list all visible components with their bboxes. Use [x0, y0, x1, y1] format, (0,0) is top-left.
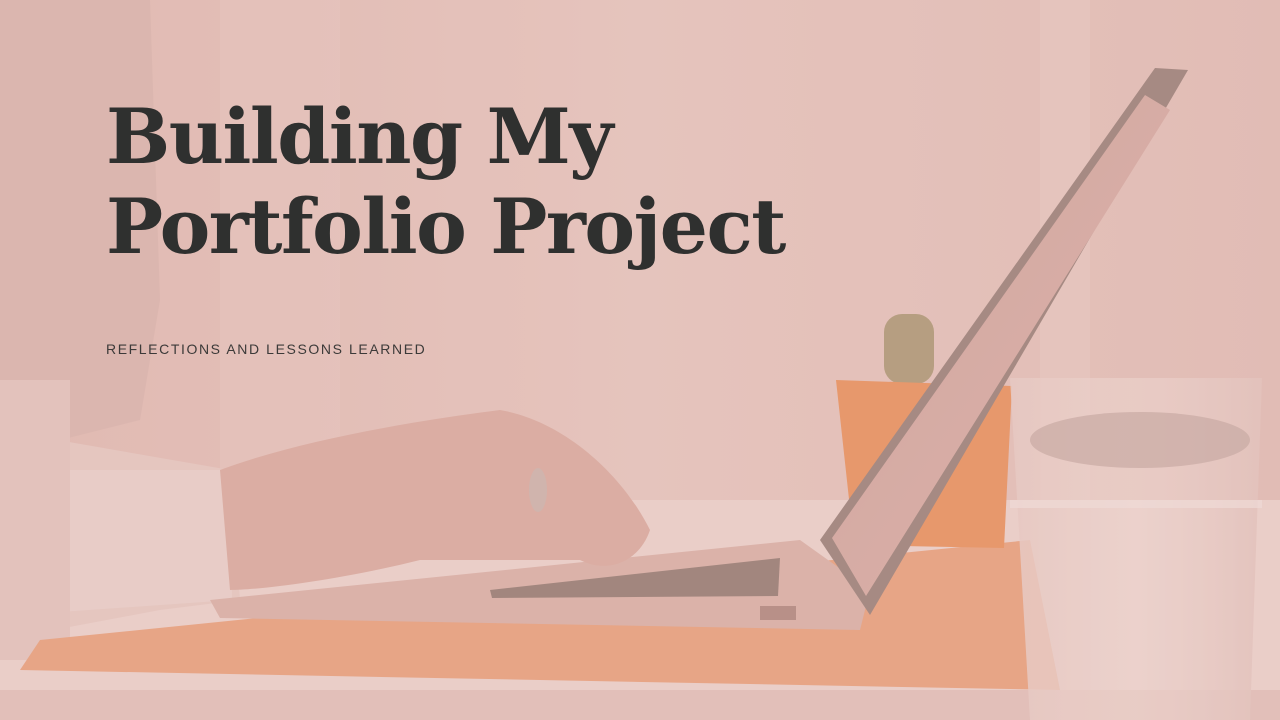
slide-title: Building My Portfolio Project — [106, 92, 786, 272]
title-slide: Building My Portfolio Project REFLECTION… — [0, 0, 1280, 720]
slide-subtitle: REFLECTIONS AND LESSONS LEARNED — [106, 341, 427, 357]
title-line-1: Building My — [106, 92, 613, 181]
title-line-2: Portfolio Project — [106, 182, 786, 271]
